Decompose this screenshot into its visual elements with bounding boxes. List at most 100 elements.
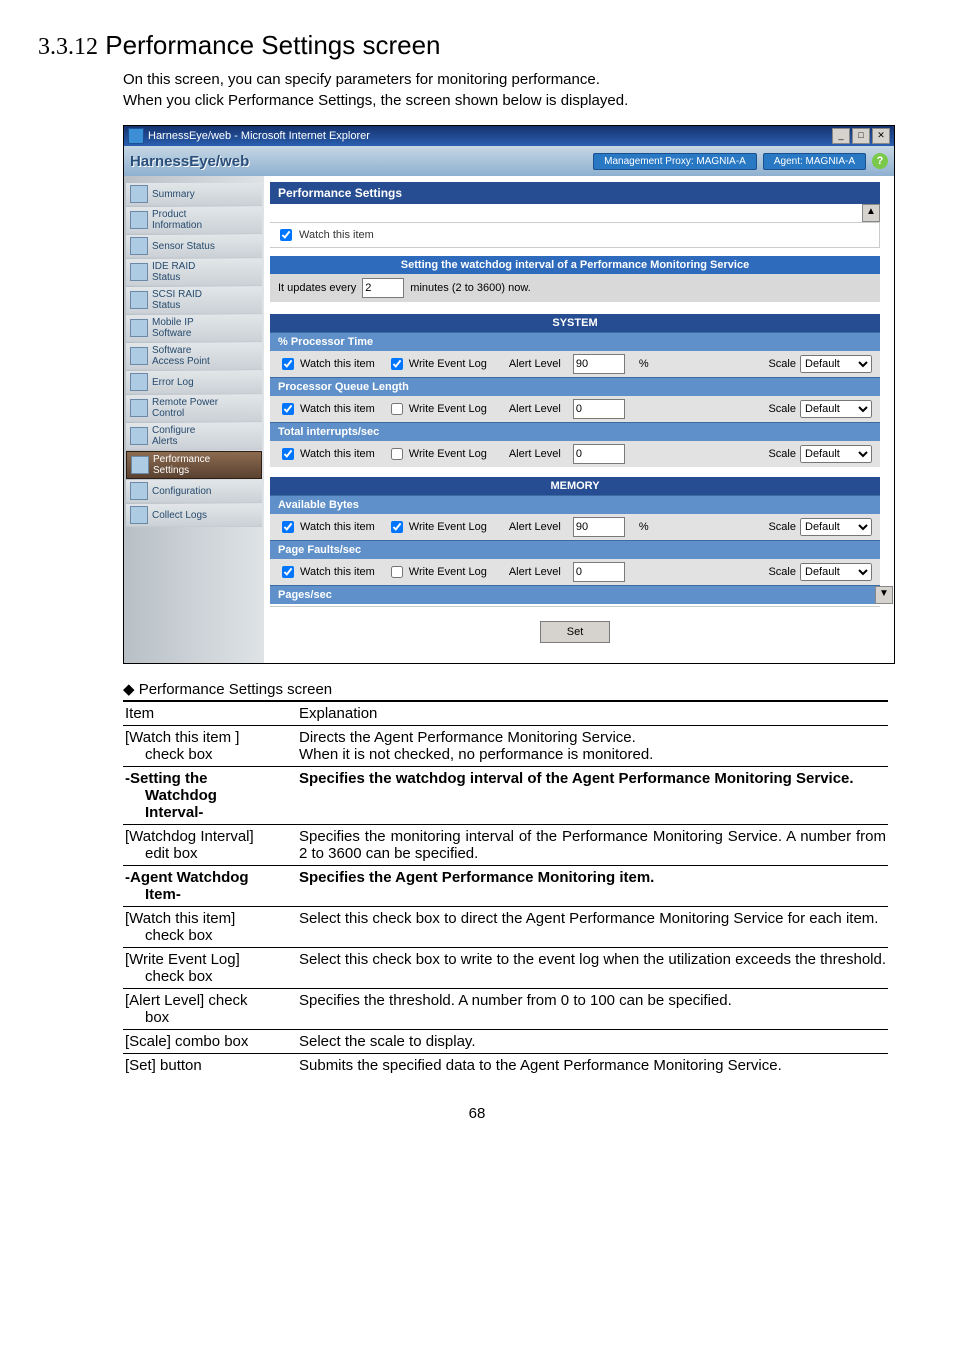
sidebar-icon [130, 427, 148, 445]
watch-label: Watch this item [300, 358, 375, 370]
minimize-button[interactable]: _ [832, 128, 850, 144]
sidebar-item-label: Remote PowerControl [152, 397, 218, 419]
sidebar-item-9[interactable]: ConfigureAlerts [126, 423, 262, 450]
content-area: Performance Settings ▲ Watch this item S… [264, 176, 894, 663]
sidebar-item-1[interactable]: ProductInformation [126, 207, 262, 234]
sidebar: Summary ProductInformationSensor StatusID… [124, 176, 264, 663]
watch-checkbox[interactable] [282, 448, 294, 460]
write-label: Write Event Log [409, 403, 487, 415]
sidebar-item-7[interactable]: Error Log [126, 371, 262, 394]
table-exp-cell: Specifies the Agent Performance Monitori… [297, 866, 888, 907]
alert-label: Alert Level [509, 566, 561, 578]
section-label: Available Bytes [270, 495, 880, 514]
scale-select[interactable]: Default [800, 563, 872, 581]
write-checkbox[interactable] [391, 566, 403, 578]
write-checkbox[interactable] [391, 358, 403, 370]
sidebar-item-label: Configuration [152, 486, 211, 497]
table-caption: ◆ Performance Settings screen [123, 680, 916, 698]
set-button[interactable]: Set [540, 621, 610, 643]
percent-label: % [639, 521, 649, 533]
scale-label: Scale [768, 358, 796, 370]
scale-select[interactable]: Default [800, 400, 872, 418]
write-label: Write Event Log [409, 448, 487, 460]
sidebar-item-label: Summary [152, 189, 195, 200]
maximize-button[interactable]: □ [852, 128, 870, 144]
sidebar-icon [130, 399, 148, 417]
watch-checkbox[interactable] [282, 566, 294, 578]
ie-icon [128, 128, 144, 144]
write-checkbox[interactable] [391, 521, 403, 533]
sidebar-item-11[interactable]: Configuration [126, 480, 262, 503]
sidebar-item-6[interactable]: SoftwareAccess Point [126, 343, 262, 370]
sidebar-icon [130, 347, 148, 365]
alert-input[interactable] [573, 562, 625, 582]
sidebar-icon [130, 211, 148, 229]
sidebar-item-4[interactable]: SCSI RAIDStatus [126, 287, 262, 314]
table-exp-cell: Directs the Agent Performance Monitoring… [297, 726, 888, 767]
alert-input[interactable] [573, 354, 625, 374]
table-exp-cell: Submits the specified data to the Agent … [297, 1054, 888, 1078]
table-row: -Agent WatchdogItem-Specifies the Agent … [123, 866, 888, 907]
master-watch-label: Watch this item [299, 229, 374, 241]
write-label: Write Event Log [409, 521, 487, 533]
scale-select[interactable]: Default [800, 518, 872, 536]
sidebar-item-12[interactable]: Collect Logs [126, 504, 262, 527]
alert-label: Alert Level [509, 403, 561, 415]
watch-checkbox[interactable] [282, 358, 294, 370]
sidebar-item-10[interactable]: PerformanceSettings [126, 451, 262, 479]
scroll-down-icon[interactable]: ▼ [875, 586, 893, 604]
table-header-exp: Explanation [297, 701, 888, 726]
section-title: Performance Settings screen [105, 30, 440, 60]
table-exp-cell: Select the scale to display. [297, 1030, 888, 1054]
alert-input[interactable] [573, 444, 625, 464]
scale-label: Scale [768, 566, 796, 578]
watch-label: Watch this item [300, 566, 375, 578]
section-row: Watch this itemWrite Event LogAlert Leve… [270, 514, 880, 540]
interval-suffix: minutes (2 to 3600) now. [410, 282, 530, 294]
table-exp-cell: Select this check box to direct the Agen… [297, 907, 888, 948]
watch-label: Watch this item [300, 448, 375, 460]
watch-checkbox[interactable] [282, 403, 294, 415]
help-icon[interactable]: ? [872, 153, 888, 169]
alert-input[interactable] [573, 399, 625, 419]
sidebar-item-0[interactable]: Summary [126, 183, 262, 206]
brand-logo: HarnessEye/web [130, 153, 249, 170]
system-band: SYSTEM [270, 314, 880, 332]
table-item-cell: [Scale] combo box [123, 1030, 297, 1054]
sidebar-icon [130, 506, 148, 524]
alert-label: Alert Level [509, 358, 561, 370]
table-header-item: Item [123, 701, 297, 726]
sidebar-item-3[interactable]: IDE RAIDStatus [126, 259, 262, 286]
sidebar-icon [130, 237, 148, 255]
table-row: -Setting theWatchdogInterval-Specifies t… [123, 767, 888, 825]
page-number: 68 [38, 1105, 916, 1122]
write-checkbox[interactable] [391, 448, 403, 460]
section-number: 3.3.12 [38, 34, 98, 60]
sidebar-item-8[interactable]: Remote PowerControl [126, 395, 262, 422]
write-checkbox[interactable] [391, 403, 403, 415]
table-exp-cell: Specifies the monitoring interval of the… [297, 825, 888, 866]
agent-tag: Agent: MAGNIA-A [763, 153, 866, 170]
interval-prefix: It updates every [278, 282, 356, 294]
master-watch-checkbox[interactable] [280, 229, 292, 241]
sidebar-item-5[interactable]: Mobile IPSoftware [126, 315, 262, 342]
scale-select[interactable]: Default [800, 355, 872, 373]
scale-select[interactable]: Default [800, 445, 872, 463]
app-topbar: HarnessEye/web Management Proxy: MAGNIA-… [124, 146, 894, 176]
alert-input[interactable] [573, 517, 625, 537]
sidebar-item-label: Mobile IPSoftware [152, 317, 194, 339]
section-label: Pages/sec [270, 585, 880, 604]
interval-input[interactable] [362, 278, 404, 298]
section-row: Watch this item Write Event Log Alert Leve… [270, 559, 880, 585]
write-label: Write Event Log [409, 566, 487, 578]
memory-band: MEMORY [270, 477, 880, 495]
scroll-up-icon[interactable]: ▲ [862, 204, 880, 222]
watch-checkbox[interactable] [282, 521, 294, 533]
scale-label: Scale [768, 521, 796, 533]
table-exp-cell: Select this check box to write to the ev… [297, 948, 888, 989]
alert-label: Alert Level [509, 521, 561, 533]
table-exp-cell: Specifies the threshold. A number from 0… [297, 989, 888, 1030]
sidebar-item-2[interactable]: Sensor Status [126, 235, 262, 258]
close-button[interactable]: ✕ [872, 128, 890, 144]
app-window: HarnessEye/web - Microsoft Internet Expl… [123, 125, 895, 664]
